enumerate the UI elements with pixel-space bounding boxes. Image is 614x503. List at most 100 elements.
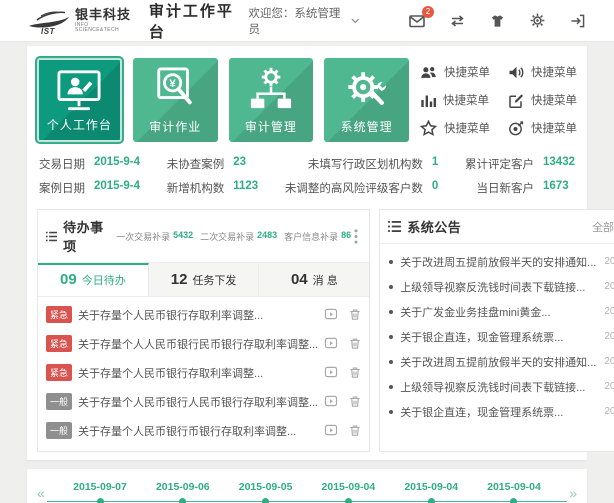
list-icon xyxy=(46,231,57,242)
forward-icon xyxy=(324,366,338,378)
timeline-date: 2015-09-05 xyxy=(225,480,307,494)
counter-first-supplement: 一次交易补录 5432 xyxy=(116,230,193,243)
announcement-title: 关于改进周五提前放假半天的安排通知... xyxy=(400,254,596,270)
todo-item-title[interactable]: 关于存量个人民币银行存取利率调整... xyxy=(78,365,318,381)
bullet-icon xyxy=(389,260,393,264)
timeline-dot-icon xyxy=(179,498,186,503)
quick-menu-users[interactable]: 快捷菜单 xyxy=(420,64,490,80)
stat-group-pending: 未填写行政区划机构数 1 未调整的高风险评级客户数 0 xyxy=(285,156,438,196)
todo-item: 紧急 关于存量个人民币银行存取利率调整... xyxy=(46,300,361,329)
schedule-timeline-card: « » 2015-09-07 关于存量个人民币银行存取调整办理。 2015-09… xyxy=(27,469,587,503)
announcement-title: 关于银企直连，现金管理系统票... xyxy=(400,404,596,420)
theme-button[interactable] xyxy=(488,12,507,30)
all-link[interactable]: 全部 xyxy=(592,219,614,235)
stat-group-cases: 未协查案例 23 新增机构数 1123 xyxy=(167,156,258,196)
announcement-title: 上级领导视察反洗钱时间表下载链接... xyxy=(400,279,596,295)
counter-label: 一次交易补录 xyxy=(116,230,170,243)
quick-menu-announce[interactable]: 快捷菜单 xyxy=(508,64,577,80)
timeline-date: 2015-09-04 xyxy=(390,480,472,494)
todo-item-title[interactable]: 关于存量个人民币银行人民币银行存取利率调整... xyxy=(78,394,318,410)
tile-audit-management[interactable]: 审计管理 xyxy=(229,58,314,142)
todo-tab[interactable]: 04消 息 xyxy=(259,263,369,296)
todo-more-button[interactable] xyxy=(351,227,361,246)
announcement-item[interactable]: 关于银企直连，现金管理系统票... 2015/08/20 xyxy=(389,399,614,424)
quick-menu-reports[interactable]: 快捷菜单 xyxy=(420,92,490,108)
quick-menu-target[interactable]: 快捷菜单 xyxy=(508,120,577,136)
app-header: IST 银丰科技 INFO SCIENCE&TECH 审计工作平台 欢迎您：系统… xyxy=(0,0,614,42)
user-menu[interactable]: 欢迎您：系统管理员 xyxy=(248,5,360,37)
counter-value: 2483 xyxy=(257,230,277,243)
tab-label: 任务下发 xyxy=(192,275,236,287)
quick-menu-label: 快捷菜单 xyxy=(444,120,490,136)
announcement-item[interactable]: 关于改进周五提前放假半天的安排通知... 2015/08/20 xyxy=(389,249,614,274)
trash-icon xyxy=(349,366,361,379)
todo-item-title[interactable]: 关于存量个人民币银行币银行存取利率调整... xyxy=(78,423,318,439)
workbench-monitor-user-icon xyxy=(39,69,120,113)
announcement-item[interactable]: 关于广发金业务挂盘mini黄金... 2015/08/20 xyxy=(389,299,614,324)
timeline-prev-button[interactable]: « xyxy=(33,483,49,503)
forward-button[interactable] xyxy=(324,337,338,350)
timeline-entry: 2015-09-07 关于存量个人民币银行存取调整办理。 xyxy=(59,480,141,503)
tile-label: 个人工作台 xyxy=(39,116,120,133)
swap-arrows-icon xyxy=(450,14,465,28)
stat-label: 新增机构数 xyxy=(167,180,225,196)
stat-value: 1123 xyxy=(233,180,258,196)
bullet-icon xyxy=(389,360,393,364)
todo-item-title[interactable]: 关于存量个人人民币银行民币银行存取利率调整... xyxy=(78,336,318,352)
counter-label: 二次交易补录 xyxy=(200,230,254,243)
logout-button[interactable] xyxy=(568,12,587,30)
timeline-dot-icon xyxy=(510,498,517,503)
timeline-entry: 2015-09-04 关于存量个人民币银行存取调整办理。 xyxy=(473,480,555,503)
todo-item: 紧急 关于存量个人人民币银行民币银行存取利率调整... xyxy=(46,329,361,358)
quick-menu-favorites[interactable]: 快捷菜单 xyxy=(420,120,490,136)
edit-icon xyxy=(508,93,524,108)
tile-personal-workbench[interactable]: 个人工作台 xyxy=(37,58,122,142)
timeline-entry: 2015-09-05 关于存量个人民币银行存取调整办理。 xyxy=(225,480,307,503)
timeline-next-button[interactable]: » xyxy=(565,483,581,503)
todo-tab[interactable]: 09今日待办 xyxy=(38,263,149,296)
announcement-date: 2015/08/20 xyxy=(604,381,614,392)
delete-button[interactable] xyxy=(349,395,361,408)
forward-button[interactable] xyxy=(324,395,338,408)
brand-name: 银丰科技 xyxy=(75,8,133,21)
forward-icon xyxy=(324,308,338,320)
todo-item-actions xyxy=(324,424,361,437)
stat-label: 累计评定客户 xyxy=(465,156,534,172)
todo-item-title[interactable]: 关于存量个人民币银行存取利率调整... xyxy=(78,307,318,323)
tile-system-management[interactable]: 系统管理 xyxy=(324,58,409,142)
stat-label: 未调整的高风险评级客户数 xyxy=(285,180,423,196)
counter-second-supplement: 二次交易补录 2483 xyxy=(200,230,277,243)
delete-button[interactable] xyxy=(349,337,361,350)
bar-chart-icon xyxy=(420,93,436,108)
announcement-item[interactable]: 关于银企直连，现金管理系统票... 2015/08/20 xyxy=(389,324,614,349)
quick-menu-edit[interactable]: 快捷菜单 xyxy=(508,92,577,108)
bullet-icon xyxy=(389,335,393,339)
delete-button[interactable] xyxy=(349,424,361,437)
quick-menu-label: 快捷菜单 xyxy=(531,64,577,80)
logo-area: IST 银丰科技 INFO SCIENCE&TECH 审计工作平台 xyxy=(27,0,248,42)
announcement-title: 关于银企直连，现金管理系统票... xyxy=(400,329,596,345)
forward-button[interactable] xyxy=(324,424,338,437)
forward-icon xyxy=(324,395,338,407)
announcement-item[interactable]: 上级领导视察反洗钱时间表下载链接... 2015/08/20 xyxy=(389,274,614,299)
todo-tab[interactable]: 12任务下发 xyxy=(149,263,260,296)
tile-audit-operation[interactable]: ¥ 审计作业 xyxy=(133,58,218,142)
forward-button[interactable] xyxy=(324,366,338,379)
announcement-title: 关于改进周五提前放假半天的安排通知... xyxy=(400,354,596,370)
delete-button[interactable] xyxy=(349,366,361,379)
messages-button[interactable]: 2 xyxy=(407,12,427,30)
announcement-item[interactable]: 关于改进周五提前放假半天的安排通知... 2015/08/20 xyxy=(389,349,614,374)
audit-magnifier-yuan-icon: ¥ xyxy=(133,67,218,111)
settings-button[interactable] xyxy=(528,11,547,30)
announcements-panel: 系统公告 全部 214 关于改进周五提前放假半天的安排通知... 2015/08… xyxy=(379,209,614,452)
chevron-down-icon xyxy=(351,18,360,24)
forward-button[interactable] xyxy=(324,308,338,321)
quick-menu-label: 快捷菜单 xyxy=(531,92,577,108)
timeline-dot-icon xyxy=(428,498,435,503)
tile-label: 审计作业 xyxy=(133,118,218,135)
delete-button[interactable] xyxy=(349,308,361,321)
switch-button[interactable] xyxy=(448,12,467,30)
announcement-item[interactable]: 上级领导视察反洗钱时间表下载链接... 2015/08/20 xyxy=(389,374,614,399)
tab-label: 消 息 xyxy=(313,275,338,287)
todo-item-actions xyxy=(324,337,361,350)
